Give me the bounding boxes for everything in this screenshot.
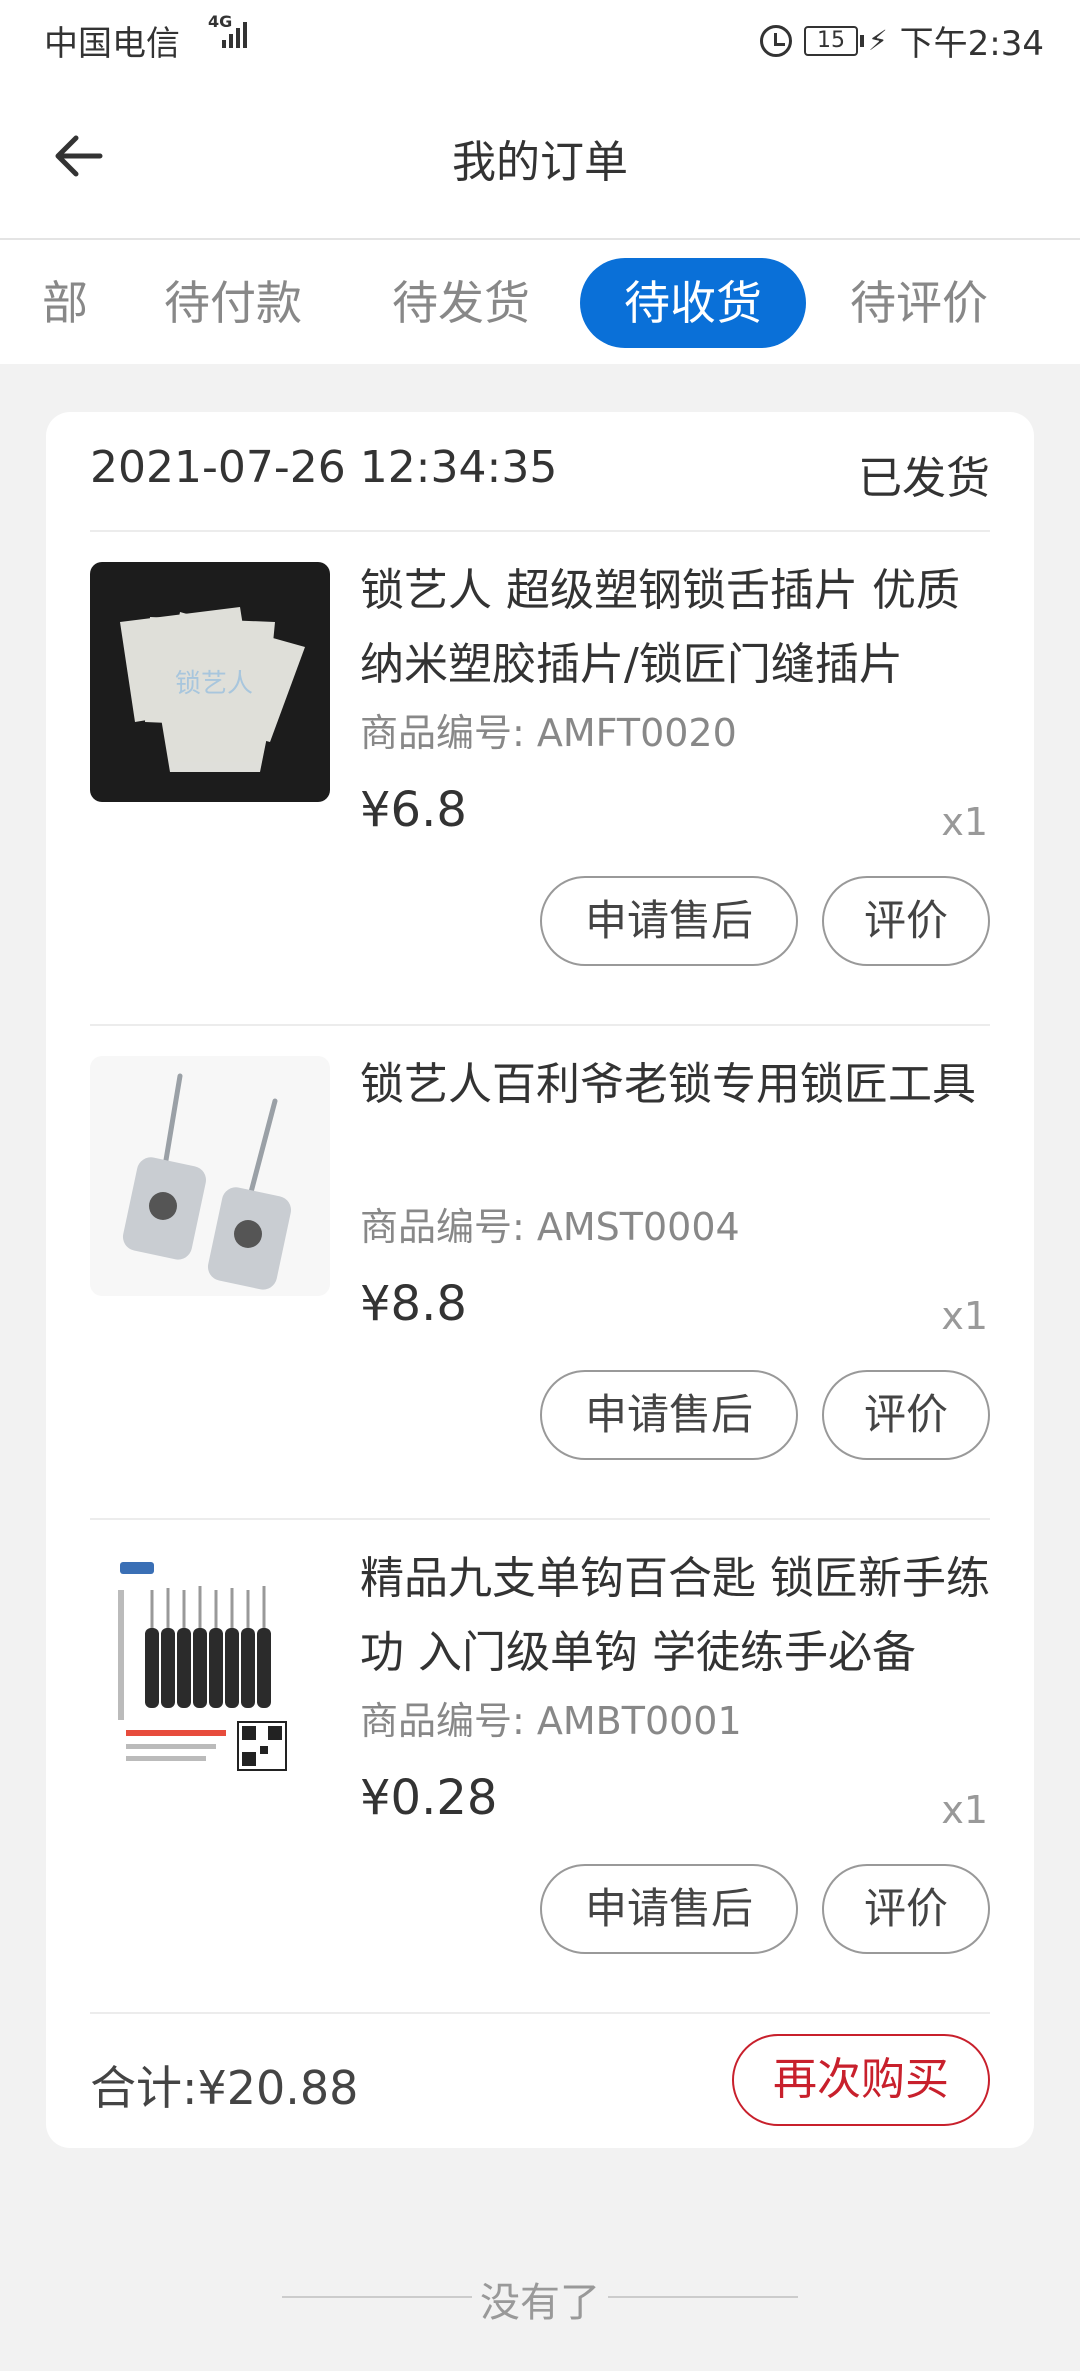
page-title: 我的订单 [452, 137, 628, 188]
item-quantity: x1 [941, 800, 988, 844]
battery-level: 15 [803, 25, 858, 56]
tab-pending-review[interactable]: 待评价 [850, 258, 988, 348]
status-bar: 中国电信 4G 15 ⚡ 下午2:34 [0, 0, 1080, 76]
item-name: 锁艺人 超级塑钢锁舌插片 优质纳米塑胶插片/锁匠门缝插片 [360, 565, 960, 690]
review-button[interactable]: 评价 [822, 876, 990, 966]
order-item[interactable]: 锁艺人百利爷老锁专用锁匠工具 商品编号: AMST0004 ¥8.8 x1 申请… [46, 1026, 1034, 1518]
item-quantity: x1 [941, 1294, 988, 1338]
after-sale-button[interactable]: 申请售后 [540, 1864, 798, 1954]
item-name: 锁艺人百利爷老锁专用锁匠工具 [360, 1059, 976, 1110]
carrier-label: 中国电信 [44, 24, 180, 64]
tab-pending-receipt[interactable]: 待收货 [580, 258, 806, 348]
item-code: 商品编号: AMBT0001 [360, 1699, 742, 1743]
pick-set-image [90, 1550, 330, 1790]
item-code: 商品编号: AMFT0020 [360, 711, 737, 755]
after-sale-button[interactable]: 申请售后 [540, 876, 798, 966]
end-divider-right [608, 2296, 798, 2298]
item-code: 商品编号: AMST0004 [360, 1205, 740, 1249]
app-header: 我的订单 [0, 76, 1080, 240]
plastic-shims-image: 锁艺人 [90, 562, 330, 802]
battery-icon: 15 ⚡ [803, 24, 888, 57]
rebuy-button[interactable]: 再次购买 [732, 2034, 990, 2126]
review-button[interactable]: 评价 [822, 1864, 990, 1954]
order-date: 2021-07-26 12:34:35 [90, 442, 558, 493]
charging-icon: ⚡ [867, 24, 888, 57]
item-name: 精品九支单钩百合匙 锁匠新手练功 入门级单钩 学徒练手必备 [360, 1553, 990, 1678]
tab-all[interactable]: 部 [42, 258, 88, 348]
divider [90, 2012, 990, 2014]
order-status-tabs: 部 待付款 待发货 待收货 待评价 [0, 240, 1080, 364]
clock: 下午2:34 [899, 24, 1044, 64]
tab-pending-payment[interactable]: 待付款 [164, 258, 302, 348]
status-right: 15 ⚡ 下午2:34 [759, 16, 1044, 65]
review-button[interactable]: 评价 [822, 1370, 990, 1460]
tab-pending-shipment[interactable]: 待发货 [392, 258, 530, 348]
order-total: 合计:¥20.88 [90, 2061, 359, 2115]
item-price: ¥0.28 [360, 1770, 498, 1826]
signal-icon [222, 20, 250, 48]
order-item[interactable]: 精品九支单钩百合匙 锁匠新手练功 入门级单钩 学徒练手必备 商品编号: AMBT… [46, 1520, 1034, 2012]
order-item[interactable]: 锁艺人 锁艺人 超级塑钢锁舌插片 优质纳米塑胶插片/锁匠门缝插片 商品编号: A… [46, 532, 1034, 1024]
lock-picks-image [90, 1056, 330, 1296]
order-card: 2021-07-26 12:34:35 已发货 锁艺人 锁艺人 超级塑钢锁舌插片… [46, 412, 1034, 2148]
item-quantity: x1 [941, 1788, 988, 1832]
svg-text:锁艺人: 锁艺人 [175, 669, 253, 699]
end-of-list-text: 没有了 [480, 2280, 600, 2326]
item-price: ¥6.8 [360, 782, 467, 838]
item-price: ¥8.8 [360, 1276, 467, 1332]
alarm-icon [759, 24, 792, 57]
after-sale-button[interactable]: 申请售后 [540, 1370, 798, 1460]
order-status: 已发货 [858, 453, 990, 504]
